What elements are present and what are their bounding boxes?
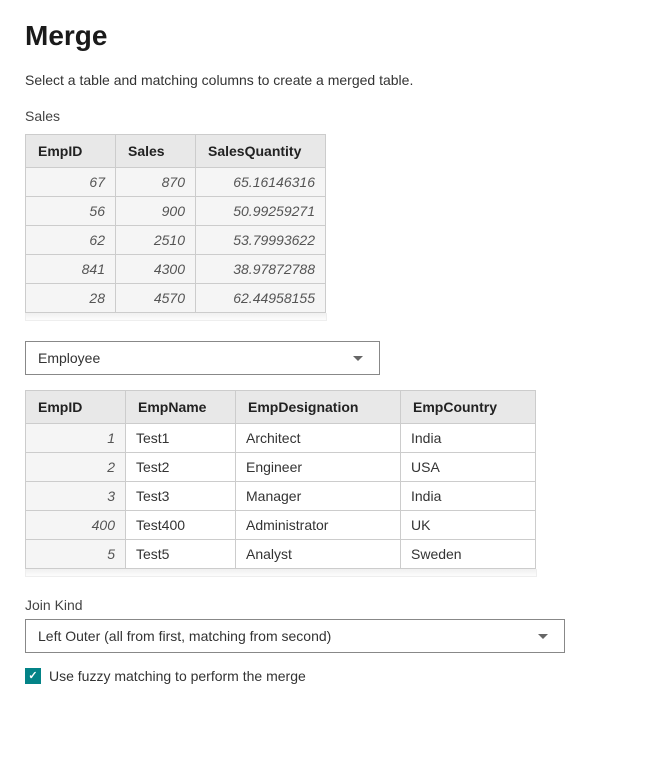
cell: 56 xyxy=(26,197,116,226)
cell: 65.16146316 xyxy=(196,168,326,197)
cell: Architect xyxy=(236,424,401,453)
table-header-row: EmpID EmpName EmpDesignation EmpCountry xyxy=(26,391,536,424)
cell: Administrator xyxy=(236,511,401,540)
column-header[interactable]: EmpDesignation xyxy=(236,391,401,424)
join-kind-selector[interactable]: Left Outer (all from first, matching fro… xyxy=(25,619,565,653)
dropdown-selected-value: Left Outer (all from first, matching fro… xyxy=(38,628,331,644)
cell: 53.79993622 xyxy=(196,226,326,255)
employee-table[interactable]: EmpID EmpName EmpDesignation EmpCountry … xyxy=(25,390,536,569)
dropdown-selected-value: Employee xyxy=(38,350,100,366)
table-row[interactable]: 2 Test2 Engineer USA xyxy=(26,453,536,482)
column-header[interactable]: SalesQuantity xyxy=(196,135,326,168)
second-table-selector[interactable]: Employee xyxy=(25,341,380,375)
chevron-down-icon xyxy=(353,356,363,361)
cell: 900 xyxy=(116,197,196,226)
cell: UK xyxy=(401,511,536,540)
fuzzy-matching-checkbox[interactable]: ✓ xyxy=(25,668,41,684)
column-header[interactable]: EmpID xyxy=(26,135,116,168)
cell: Test400 xyxy=(126,511,236,540)
table-row[interactable]: 56 900 50.99259271 xyxy=(26,197,326,226)
cell: Test3 xyxy=(126,482,236,511)
cell: 2510 xyxy=(116,226,196,255)
cell: 67 xyxy=(26,168,116,197)
cell: 4570 xyxy=(116,284,196,313)
cell: 4300 xyxy=(116,255,196,284)
dialog-description: Select a table and matching columns to c… xyxy=(25,72,634,88)
join-kind-label: Join Kind xyxy=(25,597,634,613)
cell: Test5 xyxy=(126,540,236,569)
cell: India xyxy=(401,424,536,453)
cell: 2 xyxy=(26,453,126,482)
second-table-container: EmpID EmpName EmpDesignation EmpCountry … xyxy=(25,390,634,577)
cell: Test1 xyxy=(126,424,236,453)
cell: 62 xyxy=(26,226,116,255)
cell: 5 xyxy=(26,540,126,569)
table-row[interactable]: 3 Test3 Manager India xyxy=(26,482,536,511)
cell: 400 xyxy=(26,511,126,540)
table-header-row: EmpID Sales SalesQuantity xyxy=(26,135,326,168)
table-scroll-track[interactable] xyxy=(25,569,537,577)
cell: 1 xyxy=(26,424,126,453)
cell: Engineer xyxy=(236,453,401,482)
cell: 62.44958155 xyxy=(196,284,326,313)
cell: 3 xyxy=(26,482,126,511)
table-row[interactable]: 400 Test400 Administrator UK xyxy=(26,511,536,540)
column-header[interactable]: EmpName xyxy=(126,391,236,424)
column-header[interactable]: EmpCountry xyxy=(401,391,536,424)
table-row[interactable]: 841 4300 38.97872788 xyxy=(26,255,326,284)
table-scroll-track[interactable] xyxy=(25,313,327,321)
table-row[interactable]: 62 2510 53.79993622 xyxy=(26,226,326,255)
first-table-label: Sales xyxy=(25,108,634,124)
table-row[interactable]: 1 Test1 Architect India xyxy=(26,424,536,453)
first-table-container: EmpID Sales SalesQuantity 67 870 65.1614… xyxy=(25,134,634,321)
cell: Manager xyxy=(236,482,401,511)
fuzzy-matching-label: Use fuzzy matching to perform the merge xyxy=(49,668,306,684)
column-header[interactable]: EmpID xyxy=(26,391,126,424)
cell: USA xyxy=(401,453,536,482)
cell: Sweden xyxy=(401,540,536,569)
chevron-down-icon xyxy=(538,634,548,639)
sales-table[interactable]: EmpID Sales SalesQuantity 67 870 65.1614… xyxy=(25,134,326,313)
cell: Analyst xyxy=(236,540,401,569)
cell: Test2 xyxy=(126,453,236,482)
cell: 28 xyxy=(26,284,116,313)
cell: 38.97872788 xyxy=(196,255,326,284)
cell: 870 xyxy=(116,168,196,197)
table-row[interactable]: 67 870 65.16146316 xyxy=(26,168,326,197)
checkmark-icon: ✓ xyxy=(28,671,37,682)
dialog-title: Merge xyxy=(25,20,634,52)
cell: India xyxy=(401,482,536,511)
fuzzy-matching-row: ✓ Use fuzzy matching to perform the merg… xyxy=(25,668,634,684)
table-row[interactable]: 5 Test5 Analyst Sweden xyxy=(26,540,536,569)
cell: 841 xyxy=(26,255,116,284)
cell: 50.99259271 xyxy=(196,197,326,226)
table-row[interactable]: 28 4570 62.44958155 xyxy=(26,284,326,313)
column-header[interactable]: Sales xyxy=(116,135,196,168)
